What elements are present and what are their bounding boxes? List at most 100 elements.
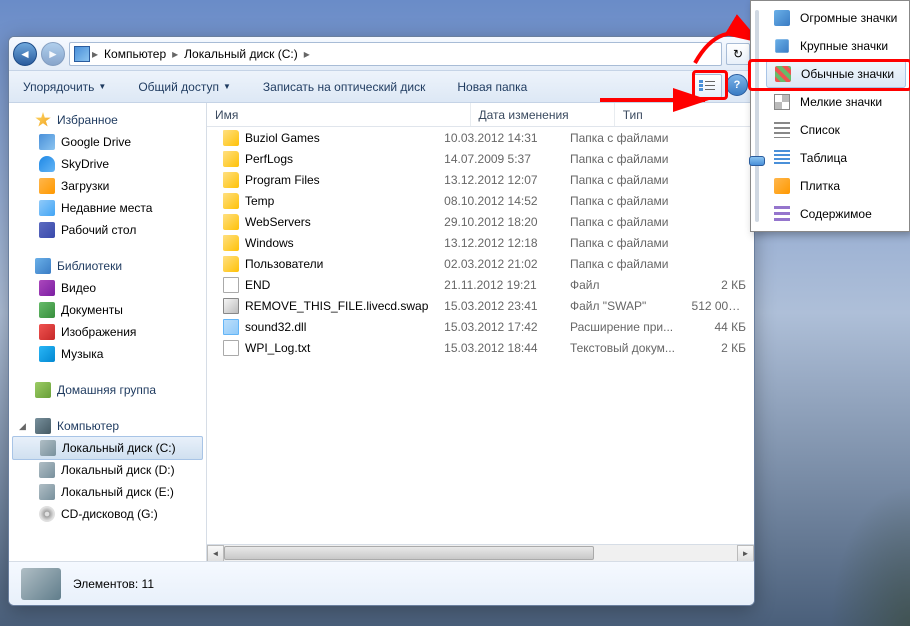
new-folder-button[interactable]: Новая папка xyxy=(451,76,533,98)
share-button[interactable]: Общий доступ▼ xyxy=(132,76,237,98)
sidebar-homegroup-header[interactable]: Домашняя группа xyxy=(9,379,206,401)
change-view-button[interactable] xyxy=(692,74,722,98)
chevron-right-icon[interactable]: ▸ xyxy=(172,47,178,61)
file-row[interactable]: WPI_Log.txt15.03.2012 18:44Текстовый док… xyxy=(207,337,754,358)
file-row[interactable]: WebServers29.10.2012 18:20Папка с файлам… xyxy=(207,211,754,232)
view-table[interactable]: Таблица xyxy=(766,144,906,172)
sidebar-item-drive-d[interactable]: Локальный диск (D:) xyxy=(9,459,206,481)
column-type[interactable]: Тип xyxy=(615,103,754,126)
homegroup-icon xyxy=(35,382,51,398)
sidebar-item-gdrive[interactable]: Google Drive xyxy=(9,131,206,153)
sidebar-item-skydrive[interactable]: SkyDrive xyxy=(9,153,206,175)
scroll-left-button[interactable]: ◄ xyxy=(207,545,224,561)
file-name: WebServers xyxy=(245,215,311,229)
view-size-slider-thumb[interactable] xyxy=(749,156,765,166)
file-list[interactable]: Buziol Games10.03.2012 14:31Папка с файл… xyxy=(207,127,754,544)
breadcrumb[interactable]: ▸ Компьютер ▸ Локальный диск (C:) ▸ xyxy=(69,42,722,66)
folder-icon xyxy=(223,235,239,251)
view-medium-icons[interactable]: Обычные значки xyxy=(766,60,906,88)
sidebar-libraries-header[interactable]: Библиотеки xyxy=(9,255,206,277)
sidebar-item-drive-e[interactable]: Локальный диск (E:) xyxy=(9,481,206,503)
forward-button[interactable]: ► xyxy=(41,42,65,66)
burn-button[interactable]: Записать на оптический диск xyxy=(257,76,432,98)
view-tile[interactable]: Плитка xyxy=(766,172,906,200)
sidebar-item-video[interactable]: Видео xyxy=(9,277,206,299)
file-name: PerfLogs xyxy=(245,152,293,166)
scroll-right-button[interactable]: ► xyxy=(737,545,754,561)
file-type: Файл "SWAP" xyxy=(562,299,684,313)
horizontal-scrollbar[interactable]: ◄ ► xyxy=(207,544,754,561)
file-name: Buziol Games xyxy=(245,131,320,145)
navigation-sidebar: Избранное Google Drive SkyDrive Загрузки… xyxy=(9,103,207,561)
file-date: 21.11.2012 19:21 xyxy=(436,278,562,292)
file-type: Папка с файлами xyxy=(562,215,684,229)
file-name: Temp xyxy=(245,194,274,208)
view-list[interactable]: Список xyxy=(766,116,906,144)
scrollbar-thumb[interactable] xyxy=(224,546,594,560)
drive-large-icon xyxy=(21,568,61,600)
refresh-button[interactable]: ↻ xyxy=(726,43,750,65)
help-button[interactable]: ? xyxy=(726,74,748,96)
status-bar: Элементов: 11 xyxy=(9,561,754,605)
view-content[interactable]: Содержимое xyxy=(766,200,906,228)
sidebar-item-recent[interactable]: Недавние места xyxy=(9,197,206,219)
file-row[interactable]: Windows13.12.2012 12:18Папка с файлами xyxy=(207,232,754,253)
view-size-slider-track[interactable] xyxy=(755,10,759,222)
recent-icon xyxy=(39,200,55,216)
column-date[interactable]: Дата изменения xyxy=(471,103,615,126)
file-row[interactable]: Buziol Games10.03.2012 14:31Папка с файл… xyxy=(207,127,754,148)
breadcrumb-segment[interactable]: Локальный диск (C:) xyxy=(180,47,302,61)
file-row[interactable]: sound32.dll15.03.2012 17:42Расширение пр… xyxy=(207,316,754,337)
chevron-right-icon[interactable]: ▸ xyxy=(92,47,98,61)
file-row[interactable]: Пользователи02.03.2012 21:02Папка с файл… xyxy=(207,253,754,274)
sidebar-item-downloads[interactable]: Загрузки xyxy=(9,175,206,197)
file-type: Папка с файлами xyxy=(562,173,684,187)
back-button[interactable]: ◄ xyxy=(13,42,37,66)
toolbar: Упорядочить▼ Общий доступ▼ Записать на о… xyxy=(9,71,754,103)
file-row[interactable]: Program Files13.12.2012 12:07Папка с фай… xyxy=(207,169,754,190)
video-icon xyxy=(39,280,55,296)
file-name: REMOVE_THIS_FILE.livecd.swap xyxy=(245,299,428,313)
chevron-down-icon: ▼ xyxy=(223,82,231,91)
file-row[interactable]: Temp08.10.2012 14:52Папка с файлами xyxy=(207,190,754,211)
column-name[interactable]: Имя xyxy=(207,103,471,126)
computer-icon xyxy=(35,418,51,434)
folder-icon xyxy=(223,151,239,167)
file-row[interactable]: REMOVE_THIS_FILE.livecd.swap15.03.2012 2… xyxy=(207,295,754,316)
file-date: 13.12.2012 12:18 xyxy=(436,236,562,250)
drive-icon xyxy=(40,440,56,456)
view-large-icons[interactable]: Крупные значки xyxy=(766,32,906,60)
file-type: Файл xyxy=(562,278,684,292)
file-type: Папка с файлами xyxy=(562,236,684,250)
file-row[interactable]: PerfLogs14.07.2009 5:37Папка с файлами xyxy=(207,148,754,169)
organize-button[interactable]: Упорядочить▼ xyxy=(17,76,112,98)
view-options-menu: Огромные значки Крупные значки Обычные з… xyxy=(750,0,910,232)
sidebar-item-images[interactable]: Изображения xyxy=(9,321,206,343)
file-date: 15.03.2012 17:42 xyxy=(436,320,562,334)
content-icon xyxy=(774,206,790,222)
dll-icon xyxy=(223,319,239,335)
sidebar-computer-header[interactable]: ◢Компьютер xyxy=(9,415,206,437)
folder-icon xyxy=(223,130,239,146)
sidebar-item-documents[interactable]: Документы xyxy=(9,299,206,321)
sidebar-item-music[interactable]: Музыка xyxy=(9,343,206,365)
file-type: Текстовый докум... xyxy=(562,341,684,355)
sidebar-item-desktop[interactable]: Рабочий стол xyxy=(9,219,206,241)
file-type: Расширение при... xyxy=(562,320,684,334)
view-small-icons[interactable]: Мелкие значки xyxy=(766,88,906,116)
sidebar-item-drive-g[interactable]: CD-дисковод (G:) xyxy=(9,503,206,525)
file-icon xyxy=(223,340,239,356)
file-size: 44 КБ xyxy=(684,320,754,334)
drive-icon xyxy=(39,484,55,500)
document-icon xyxy=(39,302,55,318)
breadcrumb-segment[interactable]: Компьютер xyxy=(100,47,170,61)
drive-icon xyxy=(74,46,90,62)
sidebar-item-drive-c[interactable]: Локальный диск (C:) xyxy=(12,436,203,460)
file-size: 2 КБ xyxy=(684,341,754,355)
status-text: Элементов: 11 xyxy=(73,577,154,591)
sidebar-favorites-header[interactable]: Избранное xyxy=(9,109,206,131)
file-size: 2 КБ xyxy=(684,278,754,292)
file-row[interactable]: END21.11.2012 19:21Файл2 КБ xyxy=(207,274,754,295)
view-huge-icons[interactable]: Огромные значки xyxy=(766,4,906,32)
chevron-right-icon[interactable]: ▸ xyxy=(304,47,310,61)
